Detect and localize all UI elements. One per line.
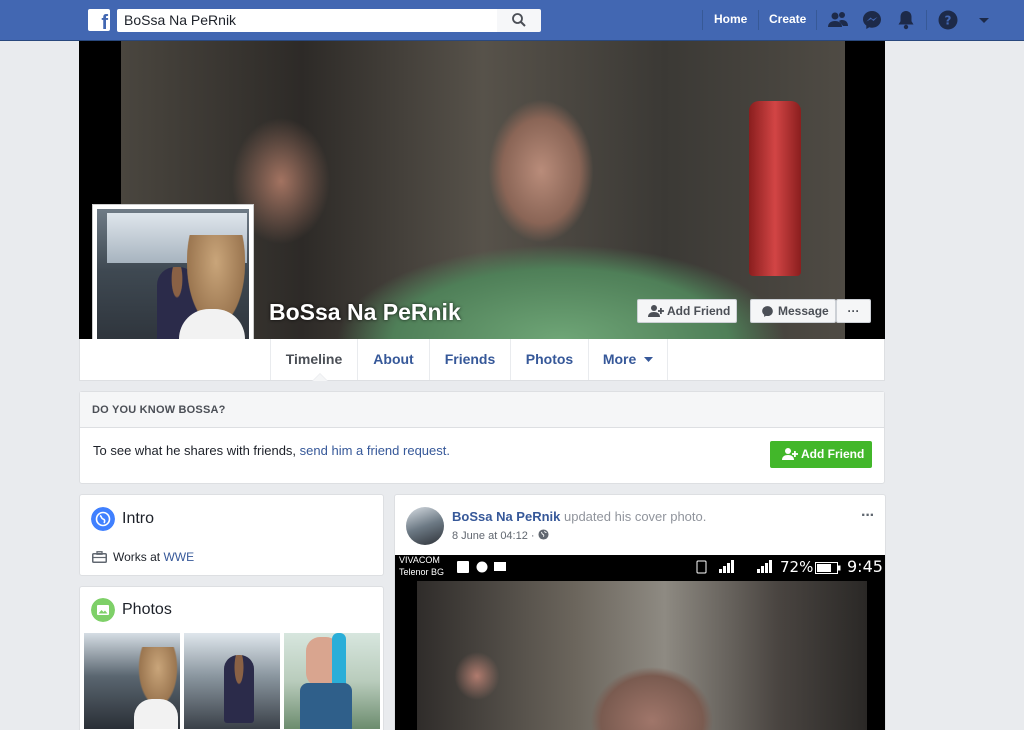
add-friend-green-button[interactable]: Add Friend: [770, 441, 872, 468]
search-icon: [512, 13, 526, 27]
post-timestamp[interactable]: 8 June at 04:12 ·: [452, 529, 549, 542]
works-at-text: Works at WWE: [113, 550, 194, 564]
messenger-icon: [762, 306, 773, 317]
message-label: Message: [778, 304, 829, 318]
post-author-link[interactable]: BoSsa Na PeRnik: [452, 509, 560, 524]
friend-requests-icon[interactable]: [827, 9, 849, 31]
post-photo-content: [417, 581, 867, 730]
do-you-know-text-prefix: To see what he shares with friends,: [93, 443, 300, 458]
public-globe-icon: [538, 529, 549, 540]
status-carrier-2: Telenor BG: [399, 567, 445, 577]
status-signal-icons: [696, 560, 772, 574]
nav-home-link[interactable]: Home: [714, 12, 747, 26]
battery-icon: [815, 562, 841, 574]
status-carrier-1: VIVACOM: [399, 555, 440, 565]
intro-card: Intro Works at WWE: [79, 494, 384, 576]
search-button[interactable]: [497, 9, 541, 32]
tab-friends[interactable]: Friends: [429, 339, 510, 380]
profile-tabs-bar: Timeline About Friends Photos More: [79, 339, 885, 381]
employer-link[interactable]: WWE: [163, 550, 194, 564]
post-options-button[interactable]: ···: [861, 507, 875, 525]
post-header-text: BoSsa Na PeRnik updated his cover photo.: [452, 509, 706, 524]
account-menu-chevron-down-icon[interactable]: [973, 9, 995, 31]
photo-thumbnail[interactable]: [284, 633, 380, 729]
status-app-icons: [457, 561, 506, 573]
nav-divider: [926, 10, 927, 30]
intro-title: Intro: [122, 510, 155, 527]
status-battery-percent: 72%: [780, 558, 814, 576]
search-input[interactable]: [117, 9, 497, 32]
more-dots-icon: ···: [847, 304, 860, 318]
add-friend-icon: [648, 305, 664, 317]
briefcase-icon: [92, 551, 107, 563]
do-you-know-heading: DO YOU KNOW BOSSA?: [80, 392, 884, 428]
tab-timeline-label: Timeline: [285, 351, 343, 367]
nav-divider: [816, 10, 817, 30]
more-options-button[interactable]: ···: [836, 299, 871, 323]
globe-icon: [91, 507, 115, 531]
phone-status-bar: VIVACOM Telenor BG 72% 9:45: [395, 555, 885, 581]
chevron-down-icon: [644, 357, 654, 363]
tab-friends-label: Friends: [444, 351, 496, 367]
photos-title: Photos: [122, 601, 172, 618]
notifications-bell-icon[interactable]: [895, 9, 917, 31]
post-author-avatar[interactable]: [406, 507, 444, 545]
messenger-icon[interactable]: [861, 9, 883, 31]
nav-create-link[interactable]: Create: [769, 12, 806, 26]
photo-thumbnail[interactable]: [184, 633, 280, 729]
tab-more-label: More: [602, 351, 637, 367]
post-image[interactable]: VIVACOM Telenor BG 72% 9:45: [395, 555, 885, 730]
works-at-prefix: Works at: [113, 550, 164, 564]
add-friend-icon: [782, 448, 798, 460]
add-friend-label: Add Friend: [667, 304, 731, 318]
facebook-logo-icon[interactable]: f: [88, 9, 110, 31]
photo-thumbnail[interactable]: [84, 633, 180, 729]
top-navigation-bar: f Home Create ?: [0, 0, 1024, 41]
photos-card: Photos: [79, 586, 384, 730]
help-icon[interactable]: ?: [937, 9, 959, 31]
tab-timeline[interactable]: Timeline: [270, 339, 357, 381]
status-time: 9:45: [847, 557, 883, 576]
nav-divider: [702, 10, 703, 30]
add-friend-button[interactable]: Add Friend: [637, 299, 737, 323]
message-button[interactable]: Message: [750, 299, 836, 323]
nav-divider: [758, 10, 759, 30]
tab-about-label: About: [373, 351, 414, 367]
do-you-know-box: DO YOU KNOW BOSSA? To see what he shares…: [79, 391, 885, 484]
post-action-text: updated his cover photo.: [560, 509, 707, 524]
post-card: BoSsa Na PeRnik updated his cover photo.…: [394, 494, 886, 730]
tab-about[interactable]: About: [357, 339, 429, 380]
cover-photo-extinguisher: [749, 101, 801, 276]
active-tab-caret: [312, 373, 328, 381]
tab-photos[interactable]: Photos: [510, 339, 588, 380]
post-time-text: 8 June at 04:12 ·: [452, 530, 538, 542]
do-you-know-text: To see what he shares with friends, send…: [93, 443, 450, 458]
send-friend-request-link[interactable]: send him a friend request.: [300, 443, 450, 458]
tab-photos-label: Photos: [525, 351, 574, 367]
svg-text:?: ?: [945, 14, 952, 28]
profile-name[interactable]: BoSsa Na PeRnik: [269, 299, 461, 326]
add-friend-green-label: Add Friend: [801, 447, 865, 461]
photos-icon: [91, 598, 115, 622]
tab-more[interactable]: More: [588, 339, 668, 380]
